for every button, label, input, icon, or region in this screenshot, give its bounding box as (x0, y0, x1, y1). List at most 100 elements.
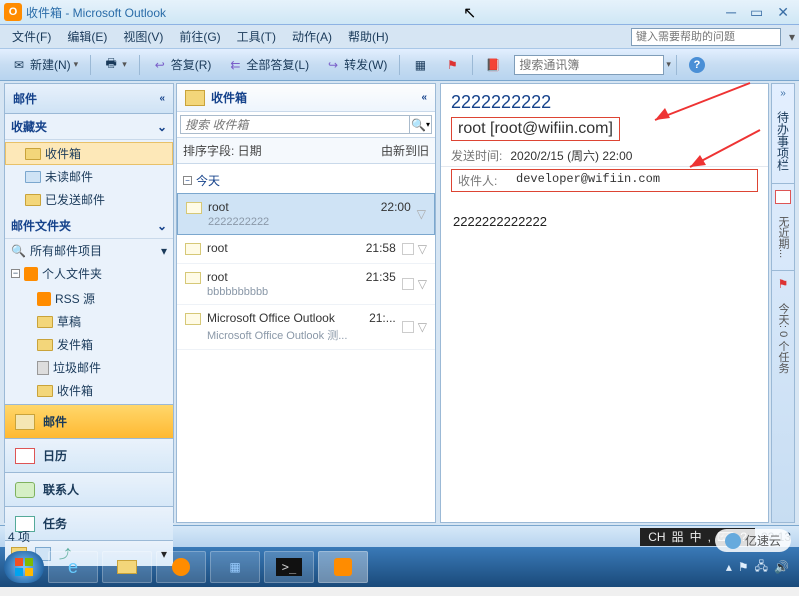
followup-button[interactable]: ⚑ (437, 53, 467, 77)
menu-view[interactable]: 视图(V) (115, 26, 171, 47)
address-dropdown-icon[interactable]: ▾ (666, 59, 671, 70)
mail-folders-header[interactable]: 邮件文件夹⌄ (5, 213, 173, 239)
fav-unread[interactable]: 未读邮件 (5, 165, 173, 188)
flag-icon: ⚑ (444, 57, 460, 73)
list-expand-icon[interactable]: « (421, 92, 427, 103)
message-item[interactable]: root22:00 2222222222 ▽ (177, 193, 435, 235)
help-dropdown-icon[interactable]: ▾ (785, 30, 799, 44)
search-button[interactable]: 🔍▾ (410, 115, 432, 134)
todo-appointments: 无近期... (775, 210, 791, 264)
ime-mode-icon: 中 (690, 528, 702, 545)
categories-button[interactable]: ▦ (405, 53, 435, 77)
flag-icon[interactable]: ▽ (418, 320, 427, 334)
forward-button[interactable]: ↪转发(W) (318, 52, 394, 77)
folder-junk[interactable]: 垃圾邮件 (17, 356, 173, 379)
categories-icon: ▦ (412, 57, 428, 73)
maximize-button[interactable]: ▭ (750, 4, 763, 21)
message-item[interactable]: Microsoft Office Outlook21:... Microsoft… (177, 305, 435, 350)
taskbar-outlook[interactable] (318, 551, 368, 583)
collapse-icon[interactable]: − (11, 269, 20, 278)
folder-rss[interactable]: RSS 源 (17, 287, 173, 310)
todo-label: 待办事项栏 (775, 105, 792, 177)
reply-all-button[interactable]: ⇇全部答复(L) (220, 52, 316, 77)
expand-todo-icon[interactable]: » (780, 88, 786, 99)
personal-folders[interactable]: −个人文件夹 (5, 262, 173, 285)
tray-flag-icon[interactable]: ⚑ (738, 560, 749, 574)
new-button[interactable]: ✉ 新建(N) ▾ (4, 52, 85, 77)
menu-tools[interactable]: 工具(T) (229, 26, 284, 47)
list-header: 收件箱 « (177, 84, 435, 112)
print-button[interactable]: 🖶▾ (96, 53, 134, 77)
main-toolbar: ✉ 新建(N) ▾ 🖶▾ ↩答复(R) ⇇全部答复(L) ↪转发(W) ▦ ⚑ … (0, 49, 799, 81)
address-search-input[interactable] (514, 55, 664, 75)
taskbar-app1[interactable]: ▦ (210, 551, 260, 583)
menu-file[interactable]: 文件(F) (4, 26, 59, 47)
tray-network-icon[interactable]: 🖧 (755, 557, 768, 578)
help-button[interactable]: ? (682, 53, 712, 77)
collapse-nav-icon[interactable]: « (159, 93, 165, 104)
todo-bar: » 待办事项栏 无近期... ⚑ 今天: 0 个任务 (771, 83, 795, 523)
navbtn-mail[interactable]: 邮件 (5, 404, 173, 438)
reply-button[interactable]: ↩答复(R) (145, 52, 219, 77)
ime-indicator: CH (648, 530, 665, 544)
start-button[interactable] (4, 551, 44, 583)
envelope-icon (186, 202, 202, 214)
folder-outbox[interactable]: 发件箱 (17, 333, 173, 356)
fav-inbox[interactable]: 收件箱 (5, 142, 173, 165)
navbtn-contacts[interactable]: 联系人 (5, 472, 173, 506)
cmd-icon: >_ (276, 558, 302, 576)
reply-icon: ↩ (152, 57, 168, 73)
to-value: developer@wifiin.com (516, 172, 660, 189)
chevron-icon: ⌄ (157, 120, 167, 134)
menu-actions[interactable]: 动作(A) (284, 26, 340, 47)
category-icon[interactable] (402, 243, 414, 255)
wmp-icon (172, 558, 190, 576)
minimize-button[interactable]: ─ (726, 4, 736, 21)
menu-goto[interactable]: 前往(G) (171, 26, 228, 47)
taskbar-explorer[interactable] (102, 551, 152, 583)
windows-logo-icon (14, 557, 34, 577)
message-item[interactable]: root21:58 ▽ (177, 235, 435, 264)
favorites-header[interactable]: 收藏夹⌄ (5, 114, 173, 140)
navbtn-tasks[interactable]: 任务 (5, 506, 173, 540)
menu-help[interactable]: 帮助(H) (340, 26, 397, 47)
calendar-icon[interactable] (775, 190, 791, 204)
menu-edit[interactable]: 编辑(E) (59, 26, 115, 47)
tray-up-icon[interactable]: ▴ (726, 560, 732, 574)
list-search-input[interactable] (180, 115, 410, 134)
date-group-today[interactable]: −今天 (177, 164, 435, 193)
flag-icon[interactable]: ▽ (418, 242, 427, 256)
navbtn-calendar[interactable]: 日历 (5, 438, 173, 472)
reading-pane: 2222222222 root [root@wifiin.com] 发送时间: … (440, 83, 769, 523)
all-mail-items[interactable]: 🔍所有邮件项目▾ (5, 239, 173, 262)
help-search-input[interactable] (631, 28, 781, 46)
fav-sent[interactable]: 已发送邮件 (5, 188, 173, 211)
collapse-group-icon[interactable]: − (183, 176, 192, 185)
category-icon[interactable] (402, 278, 414, 290)
taskbar-cmd[interactable]: >_ (264, 551, 314, 583)
item-count: 4 项 (8, 528, 30, 545)
sort-field-header[interactable]: 排序字段: 日期 (177, 138, 306, 163)
folder-drafts[interactable]: 草稿 (17, 310, 173, 333)
taskbar-mediaplayer[interactable] (156, 551, 206, 583)
search-icon: 🔍 (411, 118, 426, 132)
print-icon: 🖶 (103, 57, 119, 73)
close-button[interactable]: ✕ (777, 4, 789, 21)
task-input-icon[interactable]: ⚑ (778, 277, 789, 291)
addressbook-button[interactable]: 📕 (478, 53, 508, 77)
menu-bar: 文件(F) 编辑(E) 视图(V) 前往(G) 工具(T) 动作(A) 帮助(H… (0, 25, 799, 49)
navigation-pane: 邮件« 收藏夹⌄ 收件箱 未读邮件 已发送邮件 邮件文件夹⌄ 🔍所有邮件项目▾ … (4, 83, 174, 523)
envelope-icon (185, 313, 201, 325)
folder-inbox[interactable]: 收件箱 (17, 379, 173, 402)
outlook-icon (334, 558, 352, 576)
sent-value: 2020/2/15 (周六) 22:00 (510, 147, 632, 164)
tray-volume-icon[interactable]: 🔊 (774, 560, 789, 574)
sort-order-header[interactable]: 由新到旧 (306, 138, 435, 163)
flag-icon[interactable]: ▽ (417, 207, 426, 221)
category-icon[interactable] (402, 321, 414, 333)
message-item[interactable]: root21:35 bbbbbbbbbb ▽ (177, 264, 435, 305)
message-list-pane: 收件箱 « 🔍▾ 排序字段: 日期 由新到旧 −今天 root22:00 222… (176, 83, 436, 523)
folder-icon (117, 560, 137, 574)
taskbar-ie[interactable]: e (48, 551, 98, 583)
flag-icon[interactable]: ▽ (418, 277, 427, 291)
